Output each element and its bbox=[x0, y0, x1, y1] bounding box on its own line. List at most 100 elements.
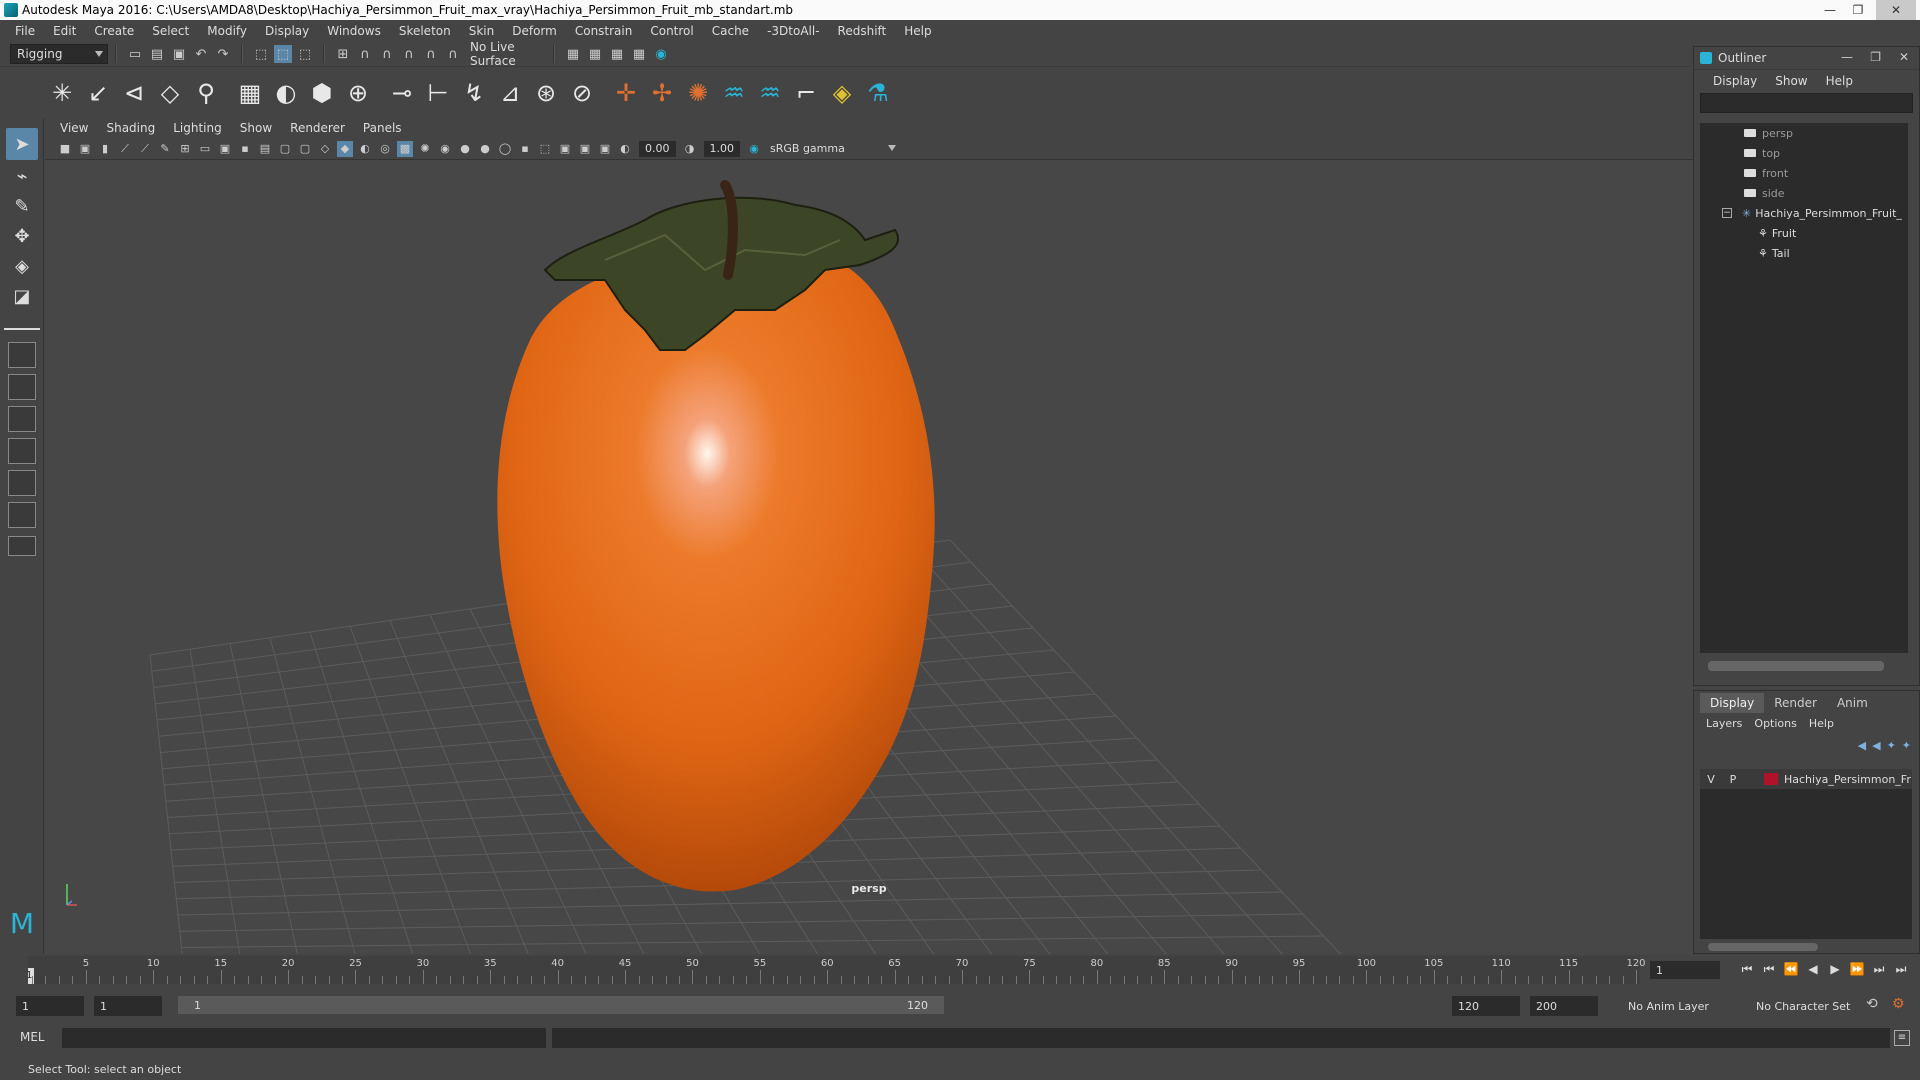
select-object-icon[interactable]: ⬚ bbox=[274, 45, 292, 63]
image-plane-icon[interactable]: ⟋ bbox=[117, 141, 133, 157]
field-chart-icon[interactable]: ▤ bbox=[257, 141, 273, 157]
menu-file[interactable]: File bbox=[6, 24, 44, 38]
menu-help[interactable]: Help bbox=[895, 24, 940, 38]
parent-constraint-icon[interactable]: ⌐ bbox=[788, 75, 824, 111]
menu-constrain[interactable]: Constrain bbox=[566, 24, 642, 38]
snap-surface-icon[interactable]: ∩ bbox=[422, 45, 440, 63]
outliner-persp-layout-icon[interactable] bbox=[8, 438, 36, 464]
live-surface-field[interactable]: No Live Surface bbox=[464, 40, 546, 68]
resolution-gate-icon[interactable]: ▣ bbox=[217, 141, 233, 157]
humanik-icon[interactable]: ◇ bbox=[152, 75, 188, 111]
menu-display[interactable]: Display bbox=[256, 24, 318, 38]
menu-windows[interactable]: Windows bbox=[318, 24, 390, 38]
orient-constraint-icon[interactable]: ♒ bbox=[716, 75, 752, 111]
outliner-horizontal-scrollbar[interactable] bbox=[1708, 661, 1884, 671]
menu-create[interactable]: Create bbox=[85, 24, 143, 38]
hypershade-icon[interactable]: ◉ bbox=[652, 45, 670, 63]
render-settings-icon[interactable]: ▦ bbox=[564, 45, 582, 63]
unbind-skin-icon[interactable]: ⊢ bbox=[420, 75, 456, 111]
single-pane-layout-icon[interactable] bbox=[8, 342, 36, 368]
gamma-field[interactable]: 1.00 bbox=[703, 140, 740, 157]
panel-menu-shading[interactable]: Shading bbox=[97, 121, 164, 135]
bind-skin-icon[interactable]: ⊸ bbox=[384, 75, 420, 111]
maximize-button[interactable]: ❐ bbox=[1844, 0, 1872, 20]
outliner-menu-display[interactable]: Display bbox=[1704, 74, 1766, 88]
safe-action-icon[interactable]: ▢ bbox=[277, 141, 293, 157]
undo-icon[interactable]: ↶ bbox=[192, 45, 210, 63]
anim-layer-dropdown[interactable]: No Anim Layer bbox=[1622, 996, 1740, 1016]
camera-icon[interactable]: ■ bbox=[57, 141, 73, 157]
timeline-track[interactable]: 1 5 10 15 20 25 30 35 40 45 50 55 60 65 70 75 80 85 90 95 1… bbox=[26, 956, 1646, 984]
step-forward-frame-icon[interactable]: ⏩ bbox=[1846, 962, 1868, 977]
script-editor-icon[interactable]: ≡ bbox=[1894, 1030, 1910, 1046]
step-back-key-icon[interactable]: ⏮ bbox=[1758, 962, 1780, 977]
shadows-icon[interactable]: ◉ bbox=[437, 141, 453, 157]
xray-joints-icon[interactable]: ▣ bbox=[577, 141, 593, 157]
redo-icon[interactable]: ↷ bbox=[214, 45, 232, 63]
gate-mask-icon[interactable]: ▪ bbox=[237, 141, 253, 157]
outliner-search-input[interactable] bbox=[1700, 93, 1913, 113]
layer-playback-toggle[interactable]: P bbox=[1722, 773, 1744, 786]
film-gate-icon[interactable]: ▭ bbox=[197, 141, 213, 157]
menu-control[interactable]: Control bbox=[641, 24, 702, 38]
snap-grid-icon[interactable]: ⊞ bbox=[334, 45, 352, 63]
color-space-dropdown[interactable]: sRGB gamma bbox=[764, 140, 900, 157]
layer-row[interactable]: V P Hachiya_Persimmon_Fr bbox=[1700, 769, 1912, 789]
render-view-icon[interactable]: ▦ bbox=[630, 45, 648, 63]
textured-icon[interactable]: ▩ bbox=[397, 140, 413, 157]
smooth-shade-icon[interactable]: ◆ bbox=[337, 140, 353, 157]
tree-item-tail[interactable]: ⚘ Tail bbox=[1700, 243, 1908, 263]
close-icon[interactable]: ✕ bbox=[1899, 50, 1909, 64]
menu-modify[interactable]: Modify bbox=[198, 24, 256, 38]
render-frame-icon[interactable]: ▦ bbox=[586, 45, 604, 63]
play-forwards-icon[interactable]: ▶ bbox=[1824, 962, 1846, 977]
menu-edit[interactable]: Edit bbox=[44, 24, 85, 38]
ipr-render-icon[interactable]: ▦ bbox=[608, 45, 626, 63]
ambient-occlusion-icon[interactable]: ● bbox=[457, 141, 473, 157]
grease-pencil-icon[interactable]: ✎ bbox=[157, 141, 173, 157]
two-pane-layout-icon[interactable] bbox=[8, 406, 36, 432]
aim-constraint-icon[interactable]: ✺ bbox=[680, 75, 716, 111]
wire-icon[interactable]: ⊕ bbox=[340, 75, 376, 111]
save-scene-icon[interactable]: ▣ bbox=[170, 45, 188, 63]
graph-persp-layout-icon[interactable] bbox=[8, 470, 36, 496]
prune-weights-icon[interactable]: ⊘ bbox=[564, 75, 600, 111]
go-to-end-icon[interactable]: ⏭ bbox=[1890, 962, 1912, 977]
menu-3dtoall[interactable]: -3DtoAll- bbox=[758, 24, 828, 38]
panel-menu-lighting[interactable]: Lighting bbox=[164, 121, 231, 135]
magnet-icon[interactable]: ∩ bbox=[444, 45, 462, 63]
select-tool-icon[interactable]: ➤ bbox=[6, 128, 38, 160]
paint-weights-icon[interactable]: ↯ bbox=[456, 75, 492, 111]
xray-icon[interactable]: ▣ bbox=[557, 141, 573, 157]
open-scene-icon[interactable]: ▤ bbox=[148, 45, 166, 63]
snap-curve-icon[interactable]: ∩ bbox=[356, 45, 374, 63]
tree-item-fruit[interactable]: ⚘ Fruit bbox=[1700, 223, 1908, 243]
snap-view-icon[interactable]: ∩ bbox=[400, 45, 418, 63]
2d-pan-zoom-icon[interactable]: ⟋ bbox=[137, 141, 153, 157]
maximize-icon[interactable]: ❐ bbox=[1870, 50, 1881, 64]
minimize-button[interactable]: — bbox=[1816, 0, 1844, 20]
point-constraint-icon[interactable]: ✢ bbox=[644, 75, 680, 111]
layer-horizontal-scrollbar[interactable] bbox=[1708, 943, 1818, 951]
safe-title-icon[interactable]: ▢ bbox=[297, 141, 313, 157]
mel-label[interactable]: MEL bbox=[20, 1030, 45, 1044]
move-layer-up-icon[interactable]: ◀ bbox=[1858, 739, 1866, 752]
tree-item-front[interactable]: front bbox=[1700, 163, 1908, 183]
wrap-icon[interactable]: ⬢ bbox=[304, 75, 340, 111]
exposure-field[interactable]: 0.00 bbox=[639, 140, 676, 157]
step-forward-key-icon[interactable]: ⏭ bbox=[1868, 962, 1890, 977]
menu-select[interactable]: Select bbox=[143, 24, 198, 38]
scale-constraint-icon[interactable]: ♒ bbox=[752, 75, 788, 111]
select-component-icon[interactable]: ⬚ bbox=[296, 45, 314, 63]
ik-handle-icon[interactable]: ↙ bbox=[80, 75, 116, 111]
menuset-dropdown[interactable]: Rigging bbox=[10, 44, 108, 64]
new-layer-icon[interactable]: ✦ bbox=[1887, 739, 1896, 752]
character-set-dropdown[interactable]: No Character Set bbox=[1750, 996, 1862, 1016]
playback-start-field[interactable]: 1 bbox=[94, 996, 162, 1016]
tree-item-top[interactable]: top bbox=[1700, 143, 1908, 163]
layer-menu-layers[interactable]: Layers bbox=[1700, 717, 1748, 730]
camera-attr-icon[interactable]: ▣ bbox=[77, 141, 93, 157]
lights-icon[interactable]: ✺ bbox=[417, 141, 433, 157]
menu-skeleton[interactable]: Skeleton bbox=[390, 24, 460, 38]
playback-end-field[interactable]: 120 bbox=[1452, 996, 1520, 1016]
